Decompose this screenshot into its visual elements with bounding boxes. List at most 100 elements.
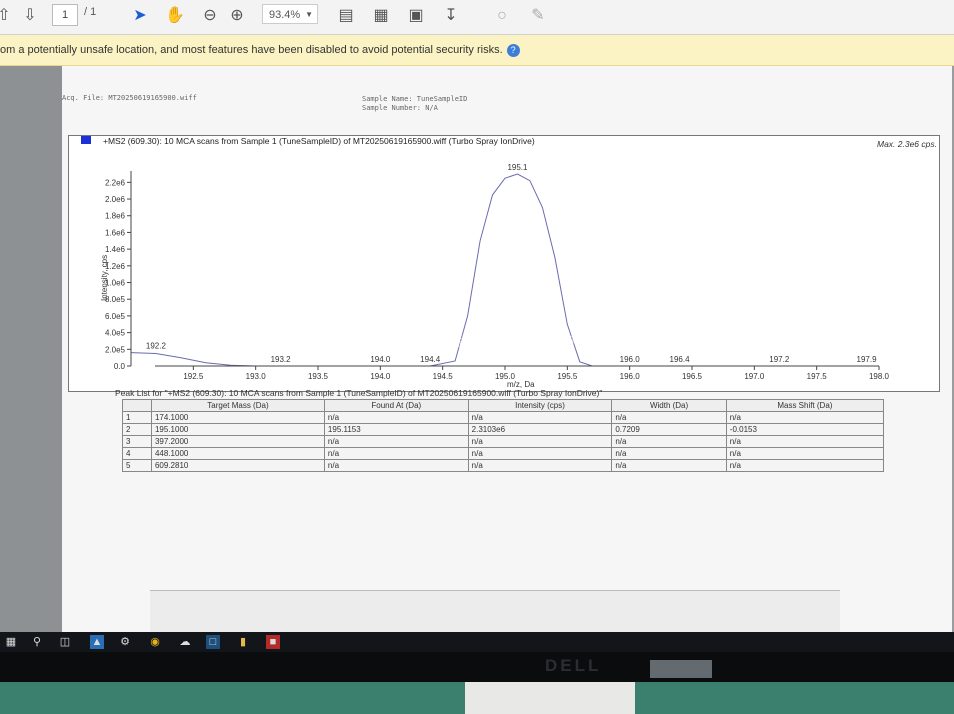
table-cell: n/a bbox=[725, 435, 885, 448]
x-tick-label: 198.0 bbox=[869, 372, 890, 381]
folder-icon[interactable]: ▮ bbox=[236, 635, 250, 649]
table-cell: 4 bbox=[122, 447, 152, 460]
y-tick-label: 2.0e5 bbox=[105, 345, 126, 354]
table-cell: n/a bbox=[323, 459, 469, 472]
table-cell: n/a bbox=[323, 411, 469, 424]
pdf-reader-icon[interactable]: ■ bbox=[266, 635, 280, 649]
table-header-cell: Width (Da) bbox=[611, 399, 727, 412]
peak-label: 192.2 bbox=[146, 342, 167, 351]
fit-page-icon[interactable]: ▤ bbox=[336, 5, 356, 27]
zoom-out-icon[interactable]: ⊖ bbox=[200, 5, 220, 27]
table-cell: 0.7209 bbox=[611, 423, 727, 436]
table-cell: n/a bbox=[611, 435, 727, 448]
table-cell: 448.1000 bbox=[150, 447, 325, 460]
chevron-down-icon: ▼ bbox=[305, 10, 313, 19]
zoom-select[interactable]: 93.4% ▼ bbox=[262, 4, 318, 24]
table-cell: 195.1000 bbox=[150, 423, 325, 436]
peak-label: 193.2 bbox=[271, 355, 292, 364]
search-icon[interactable]: ⚲ bbox=[30, 635, 44, 649]
zoom-value: 93.4% bbox=[269, 9, 301, 21]
table-cell: n/a bbox=[467, 435, 613, 448]
table-cell: 195.1153 bbox=[323, 423, 469, 436]
y-tick-label: 1.6e6 bbox=[105, 228, 126, 237]
table-cell: 2 bbox=[122, 423, 152, 436]
y-tick-label: 4.0e5 bbox=[105, 329, 126, 338]
table-cell: n/a bbox=[725, 459, 885, 472]
x-tick-label: 197.5 bbox=[807, 372, 828, 381]
table-cell: n/a bbox=[323, 435, 469, 448]
monitor-brand: DELL bbox=[545, 656, 602, 675]
terminal-icon[interactable]: □ bbox=[206, 635, 220, 649]
monitor-stand bbox=[465, 682, 635, 714]
table-cell: 397.2000 bbox=[150, 435, 325, 448]
table-cell: n/a bbox=[611, 459, 727, 472]
chat-icon[interactable]: ☁ bbox=[178, 635, 192, 649]
taskbar: ▦ ⚲ ◫ ▲ ⚙ ◉ ☁ □ ▮ ■ bbox=[0, 632, 954, 652]
table-row: 2 195.1000 195.1153 2.3103e6 0.7209 -0.0153 bbox=[122, 423, 885, 436]
table-header-cell: Intensity (cps) bbox=[467, 399, 613, 412]
network-app-icon[interactable]: ⚙ bbox=[118, 635, 132, 649]
peak-label: 196.4 bbox=[670, 355, 691, 364]
page-number-input[interactable]: 1 bbox=[52, 4, 78, 26]
y-tick-label: 2.2e6 bbox=[105, 178, 126, 187]
x-tick-label: 197.0 bbox=[744, 372, 765, 381]
table-cell: n/a bbox=[725, 447, 885, 460]
pdf-toolbar: ⇧ ⇩ 1 / 1 ➤ ✋ ⊖ ⊕ 93.4% ▼ ▤ ▦ ▣ ↧ ○ ✎ bbox=[0, 0, 954, 35]
table-cell: n/a bbox=[611, 411, 727, 424]
x-tick-label: 192.5 bbox=[183, 372, 204, 381]
table-row: 1 174.1000 n/a n/a n/a n/a bbox=[122, 411, 885, 424]
peak-label: 194.4 bbox=[420, 355, 441, 364]
table-cell: n/a bbox=[323, 447, 469, 460]
table-cell: n/a bbox=[611, 447, 727, 460]
security-warning-banner: om a potentially unsafe location, and mo… bbox=[0, 35, 954, 66]
table-cell: n/a bbox=[467, 459, 613, 472]
table-row: 3 397.2000 n/a n/a n/a n/a bbox=[122, 435, 885, 448]
select-cursor-icon[interactable]: ➤ bbox=[130, 5, 150, 27]
y-tick-label: 1.8e6 bbox=[105, 212, 126, 221]
comment-icon[interactable]: ○ bbox=[492, 5, 512, 27]
help-icon[interactable]: ? bbox=[506, 43, 520, 57]
table-header-cell: Mass Shift (Da) bbox=[725, 399, 885, 412]
table-header-cell: Found At (Da) bbox=[323, 399, 469, 412]
up-arrow-icon[interactable]: ⇧ bbox=[0, 5, 14, 27]
y-tick-label: 6.0e5 bbox=[105, 312, 126, 321]
table-header-cell: Target Mass (Da) bbox=[150, 399, 325, 412]
peak-list-caption: Peak List for "+MS2 (609.30): 10 MCA sca… bbox=[115, 388, 603, 398]
x-tick-label: 193.0 bbox=[246, 372, 267, 381]
monitor-bezel bbox=[0, 652, 954, 682]
page-total: / 1 bbox=[84, 6, 97, 18]
peak-label: 195.1 bbox=[507, 163, 528, 172]
monitor-sticker bbox=[650, 660, 712, 678]
table-cell: -0.0153 bbox=[725, 423, 885, 436]
down-arrow-icon[interactable]: ⇩ bbox=[20, 5, 40, 27]
peak-label: 194.0 bbox=[370, 355, 391, 364]
app-icon[interactable]: ▲ bbox=[90, 635, 104, 649]
table-cell: 3 bbox=[122, 435, 152, 448]
task-view-icon[interactable]: ◫ bbox=[58, 635, 72, 649]
peak-label: 197.2 bbox=[769, 355, 790, 364]
fullscreen-icon[interactable]: ▣ bbox=[406, 5, 426, 27]
table-cell: 174.1000 bbox=[150, 411, 325, 424]
y-tick-label: 2.0e6 bbox=[105, 195, 126, 204]
page-bottom bbox=[150, 590, 840, 633]
start-icon[interactable]: ▦ bbox=[4, 635, 18, 649]
table-cell: n/a bbox=[725, 411, 885, 424]
viewer-background-left bbox=[0, 66, 62, 632]
table-cell: 609.2810 bbox=[150, 459, 325, 472]
table-cell: 5 bbox=[122, 459, 152, 472]
fit-width-icon[interactable]: ▦ bbox=[371, 5, 391, 27]
hand-tool-icon[interactable]: ✋ bbox=[165, 5, 185, 27]
table-cell: n/a bbox=[467, 411, 613, 424]
x-tick-label: 196.5 bbox=[682, 372, 703, 381]
x-tick-label: 194.0 bbox=[370, 372, 391, 381]
acq-file: Acq. File: MT20250619165900.wiff bbox=[62, 94, 197, 102]
pen-icon[interactable]: ✎ bbox=[528, 5, 548, 27]
peak-table: Target Mass (Da) Found At (Da) Intensity (… bbox=[122, 399, 885, 472]
zoom-in-icon[interactable]: ⊕ bbox=[227, 5, 247, 27]
chrome-icon[interactable]: ◉ bbox=[148, 635, 162, 649]
download-icon[interactable]: ↧ bbox=[441, 5, 461, 27]
table-cell: 2.3103e6 bbox=[467, 423, 613, 436]
x-tick-label: 193.5 bbox=[308, 372, 329, 381]
peak-label: 197.9 bbox=[857, 355, 878, 364]
table-row: 5 609.2810 n/a n/a n/a n/a bbox=[122, 459, 885, 472]
